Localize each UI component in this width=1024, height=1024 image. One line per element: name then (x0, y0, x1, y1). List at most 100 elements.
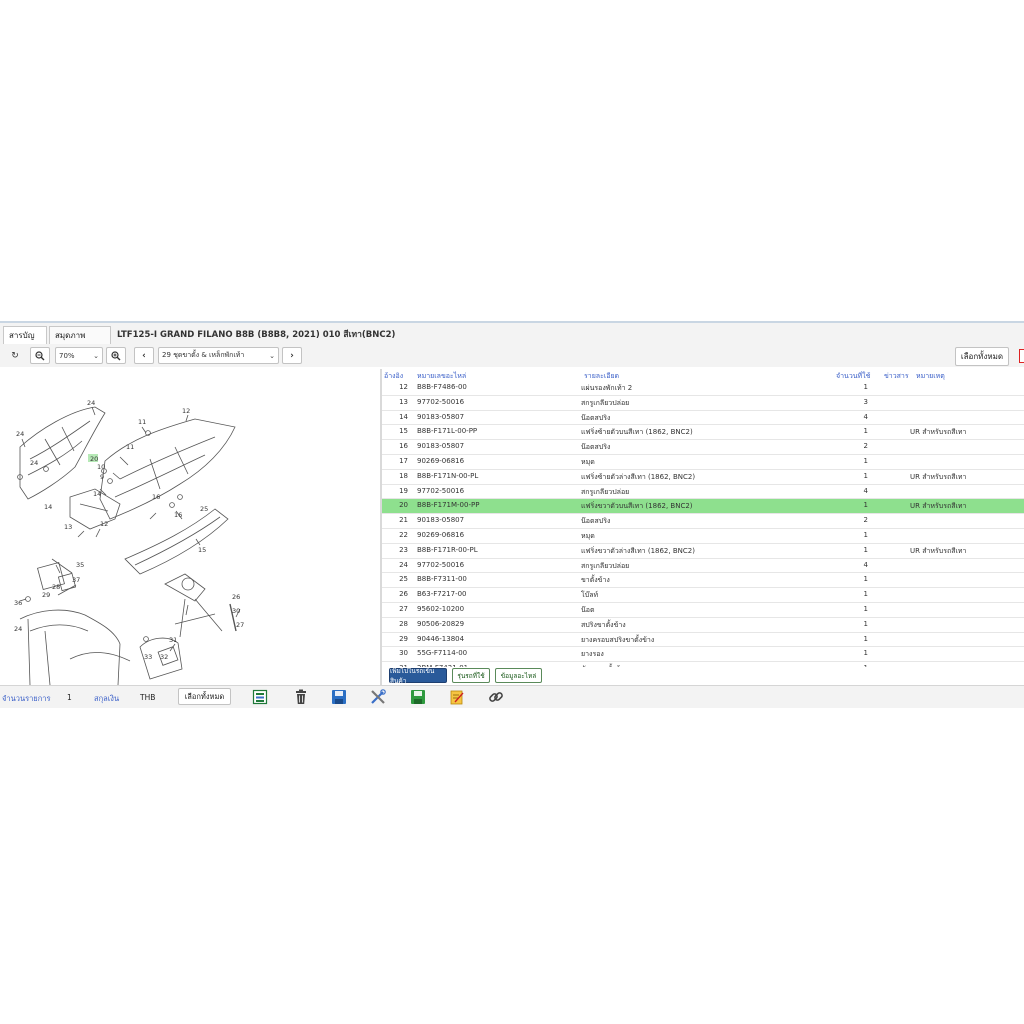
table-row[interactable]: 312BM-F7421-01ตัวบนขาตั้งข้าง1 (382, 662, 1024, 667)
edit-note-icon[interactable] (449, 689, 465, 705)
description-cell: สปริงขาตั้งข้าง (581, 620, 626, 629)
table-row[interactable]: 29 90446-13804 ยางครอบสปริงขาตั้งข้าง 1 (382, 633, 1024, 648)
zoom-select[interactable]: 70% ⌄ (55, 347, 103, 364)
description-cell: น๊อตสปริง (581, 517, 611, 526)
list-icon[interactable] (252, 689, 268, 705)
page-title: LTF125-I GRAND FILANO B8B (B8B8, 2021) 0… (117, 330, 396, 340)
table-row[interactable]: 17 90269-06816 หมุด 1 (382, 455, 1024, 470)
table-row[interactable]: 22 90269-06816 หมุด 1 (382, 529, 1024, 544)
table-row[interactable]: 21 90183-05807 น๊อตสปริง 2 (382, 514, 1024, 529)
svg-text:36: 36 (14, 599, 22, 607)
part-number-cell: 90506-20829 (417, 619, 465, 628)
table-row[interactable]: 16 90183-05807 น๊อตสปริง 2 (382, 440, 1024, 455)
svg-text:24: 24 (87, 399, 95, 407)
table-row[interactable]: 20 B8B-F171M-00-PP แฟริ่งขวาตัวบนสีเทา (18… (382, 499, 1024, 515)
applicable-models-button[interactable]: รุ่นรถที่ใช้ (452, 668, 490, 683)
part-number-cell: 90269-06816 (417, 456, 465, 465)
table-row[interactable]: 15 B8B-F171L-00-PP แฟริ่งซ้ายตัวบนสีเทา (1… (382, 425, 1024, 441)
refresh-button[interactable]: ↻ (6, 347, 24, 364)
add-to-cart-button[interactable]: เพิ่มไปในรถเข็นสินค้า (389, 667, 447, 685)
chevron-down-icon: ⌄ (93, 351, 99, 360)
link-icon[interactable] (488, 689, 504, 705)
tools-icon[interactable] (370, 689, 386, 705)
svg-text:24: 24 (16, 430, 24, 438)
table-body: 12 B8B-F7486-00 แผ่นรองพักเท้า 2 1 13 97702-5… (382, 381, 1024, 667)
table-row[interactable]: 30 55G-F7114-00 ยางรอง 1 (382, 647, 1024, 663)
table-row[interactable]: 23 B8B-F171R-00-PL แฟริ่งขวาตัวล่างสีเทา (… (382, 544, 1024, 559)
pdf-icon[interactable] (1019, 349, 1024, 363)
description-cell: สกรูเกลียวปล่อย (581, 487, 630, 496)
part-number-cell: B8B-F171N-00-PL (417, 471, 479, 480)
svg-text:12: 12 (100, 520, 108, 528)
zoom-in-icon (111, 350, 121, 360)
quantity-cell: 1 (863, 649, 868, 658)
save-icon[interactable] (331, 689, 347, 705)
item-count-label: จำนวนรายการ (2, 694, 51, 703)
svg-text:15: 15 (198, 546, 206, 554)
next-section-button[interactable]: › (282, 347, 302, 364)
trash-icon[interactable] (293, 689, 309, 705)
svg-text:33: 33 (144, 653, 152, 661)
chevron-right-icon: › (290, 350, 294, 361)
remark-cell: UR สำหรับรถสีเทา (910, 472, 967, 481)
ref-cell: 14 (399, 412, 408, 421)
toolbar: ↻ 70% ⌄ ‹ 29 ชุดขาตั้ง & เหล็กพักเท้า ⌄ … (0, 345, 1024, 367)
quantity-cell: 2 (863, 516, 868, 525)
svg-text:9: 9 (100, 473, 104, 481)
ref-cell: 27 (399, 604, 408, 613)
select-all-button[interactable]: เลือกทั้งหมด (955, 347, 1009, 366)
description-cell: น๊อตสปริง (581, 413, 611, 422)
table-row[interactable]: 28 90506-20829 สปริงขาตั้งข้าง 1 (382, 618, 1024, 633)
table-row[interactable]: 14 90183-05807 น๊อตสปริง 4 (382, 411, 1024, 426)
description-cell: โบ๊ลท์ (581, 591, 599, 600)
part-number-cell: 97702-50016 (417, 397, 465, 406)
svg-text:24: 24 (30, 459, 38, 467)
part-info-button[interactable]: ข้อมูลอะไหล่ (495, 668, 542, 683)
ref-cell: 25 (399, 575, 408, 584)
tab-contents[interactable]: สารบัญข้อ (3, 326, 47, 358)
part-number-cell: 97702-50016 (417, 560, 465, 569)
quantity-cell: 1 (863, 471, 868, 480)
svg-text:16: 16 (152, 493, 160, 501)
description-cell: ขาตั้งข้าง (581, 576, 610, 585)
svg-text:37: 37 (72, 576, 80, 584)
quantity-cell: 1 (863, 545, 868, 554)
table-row[interactable]: 12 B8B-F7486-00 แผ่นรองพักเท้า 2 1 (382, 381, 1024, 396)
table-row[interactable]: 18 B8B-F171N-00-PL แฟริ่งซ้ายตัวล่างสีเทา … (382, 470, 1024, 485)
svg-text:25: 25 (200, 505, 208, 513)
table-row[interactable]: 25 B8B-F7311-00 ขาตั้งข้าง 1 (382, 573, 1024, 589)
table-row[interactable]: 26 B63-F7217-00 โบ๊ลท์ 1 (382, 588, 1024, 603)
ref-cell: 26 (399, 590, 408, 599)
table-row[interactable]: 19 97702-50016 สกรูเกลียวปล่อย 4 (382, 485, 1024, 500)
parts-table: อ้างอิง หมายเลขอะไหล่ รายละเอียด จำนวนที… (382, 369, 1024, 667)
tab-parts-book[interactable]: สมุดภาพอะไหล่ (49, 326, 111, 358)
ref-cell: 17 (399, 456, 408, 465)
part-number-cell: B63-F7217-00 (417, 590, 467, 599)
select-all-items-button[interactable]: เลือกทั้งหมด (178, 688, 231, 705)
table-row[interactable]: 24 97702-50016 สกรูเกลียวปล่อย 4 (382, 559, 1024, 574)
table-row[interactable]: 13 97702-50016 สกรูเกลียวปล่อย 3 (382, 396, 1024, 411)
previous-section-button[interactable]: ‹ (134, 347, 154, 364)
ref-cell: 30 (399, 649, 408, 658)
zoom-in-button[interactable] (106, 347, 126, 364)
ref-cell: 12 (399, 383, 408, 391)
part-number-cell: 90183-05807 (417, 516, 465, 525)
description-cell: แผ่นรองพักเท้า 2 (581, 384, 633, 392)
description-cell: น๊อต (581, 605, 595, 614)
quantity-cell: 1 (863, 575, 868, 584)
status-bar: จำนวนรายการ 1 สกุลเงิน THB เลือกทั้งหมด (0, 685, 1024, 708)
export-save-icon[interactable] (410, 689, 426, 705)
part-number-cell: B8B-F171M-00-PP (417, 501, 480, 510)
zoom-out-button[interactable] (30, 347, 50, 364)
part-number-cell: B8B-F171L-00-PP (417, 427, 478, 436)
part-number-cell: 90183-05807 (417, 442, 465, 451)
ref-cell: 22 (399, 530, 408, 539)
part-number-cell: 90183-05807 (417, 412, 465, 421)
table-row[interactable]: 27 95602-10200 น๊อต 1 (382, 603, 1024, 618)
parts-diagram[interactable]: 24 24 11 12 11 24 20 10 9 14 14 16 13 12… (0, 369, 380, 685)
svg-text:30: 30 (232, 607, 240, 615)
section-select[interactable]: 29 ชุดขาตั้ง & เหล็กพักเท้า ⌄ (158, 347, 279, 364)
quantity-cell: 1 (863, 530, 868, 539)
quantity-cell: 1 (863, 634, 868, 643)
ref-cell: 24 (399, 560, 408, 569)
